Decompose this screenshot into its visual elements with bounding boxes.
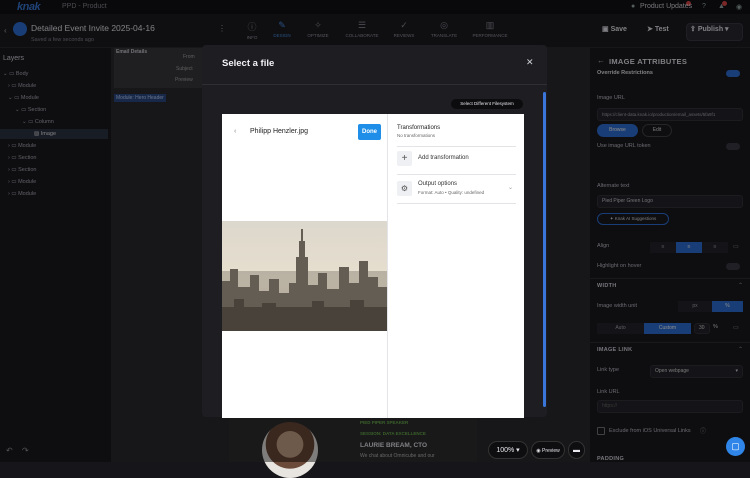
modal-title: Select a file (222, 58, 275, 69)
chevron-down-icon: ▾ (514, 447, 520, 454)
preview-button[interactable]: ◉ Preview (531, 441, 565, 459)
transformations-status: No transformations (397, 133, 436, 138)
gear-icon[interactable]: ⚙ (397, 181, 412, 196)
zoom-control[interactable]: 100% ▾ (488, 441, 528, 459)
chevron-left-icon[interactable]: ‹ (234, 128, 236, 135)
panel-divider (387, 114, 388, 418)
chevron-down-icon[interactable]: ⌄ (508, 184, 513, 191)
select-filesystem-button[interactable]: Select Different Filesystem (451, 99, 523, 109)
plus-icon[interactable]: + (397, 151, 412, 166)
done-button[interactable]: Done (358, 124, 381, 140)
output-options-summary: Format: Auto • Quality: undefined (418, 190, 485, 195)
chat-bubble-icon[interactable]: ▢ (726, 437, 745, 456)
modal-divider (202, 84, 547, 85)
close-icon[interactable]: ✕ (526, 57, 534, 68)
trash-icon[interactable]: ▬ (568, 441, 585, 459)
image-preview (222, 221, 387, 331)
divider (397, 174, 516, 175)
output-options-title[interactable]: Output options (418, 181, 457, 187)
add-transformation-button[interactable]: Add transformation (418, 155, 469, 161)
divider (397, 146, 516, 147)
transformations-title: Transformations (397, 125, 441, 131)
divider (397, 203, 516, 204)
selected-filename: Philipp Henzler.jpg (250, 128, 308, 135)
modal-scrollbar[interactable] (543, 92, 546, 407)
